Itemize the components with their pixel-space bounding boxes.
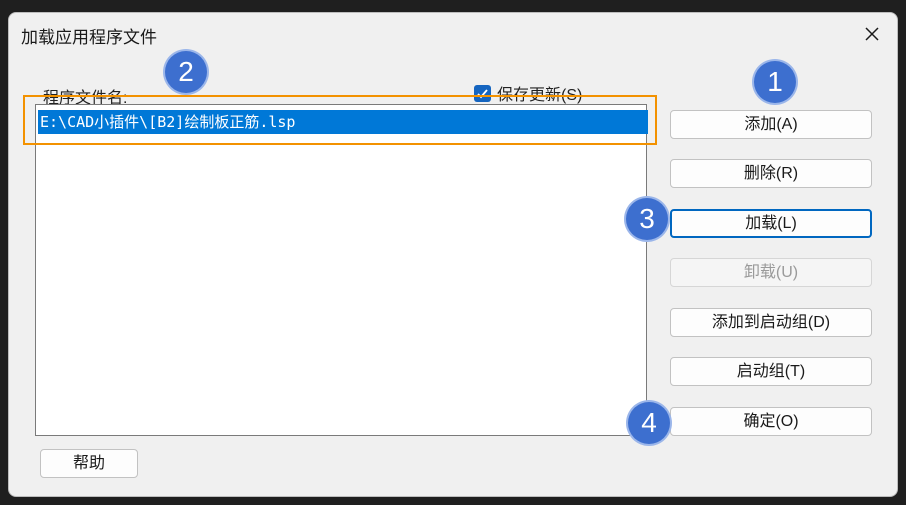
save-updates-label: 保存更新(S) [497,87,583,104]
load-application-dialog: 加载应用程序文件 程序文件名: 保存更新(S) E:\CAD小插件\[B2]绘制… [8,12,898,497]
step-badge-3: 3 [626,198,668,240]
ok-button[interactable]: 确定(O) [670,407,872,436]
list-item[interactable]: E:\CAD小插件\[B2]绘制板正筋.lsp [38,110,648,134]
close-icon [865,27,879,41]
step-badge-2: 2 [165,51,207,93]
unload-button: 卸载(U) [670,258,872,287]
help-button[interactable]: 帮助 [40,449,138,478]
add-to-startup-button[interactable]: 添加到启动组(D) [670,308,872,337]
startup-group-button[interactable]: 启动组(T) [670,357,872,386]
add-button[interactable]: 添加(A) [670,110,872,139]
check-icon[interactable] [474,84,491,102]
step-badge-4: 4 [628,402,670,444]
remove-button[interactable]: 删除(R) [670,159,872,188]
load-button[interactable]: 加载(L) [670,209,872,238]
file-listbox[interactable]: E:\CAD小插件\[B2]绘制板正筋.lsp [35,104,648,436]
save-updates-checkbox[interactable]: 保存更新(S) [474,81,582,105]
step-badge-1: 1 [754,61,796,103]
dialog-title: 加载应用程序文件 [21,28,157,47]
close-button[interactable] [855,19,889,49]
